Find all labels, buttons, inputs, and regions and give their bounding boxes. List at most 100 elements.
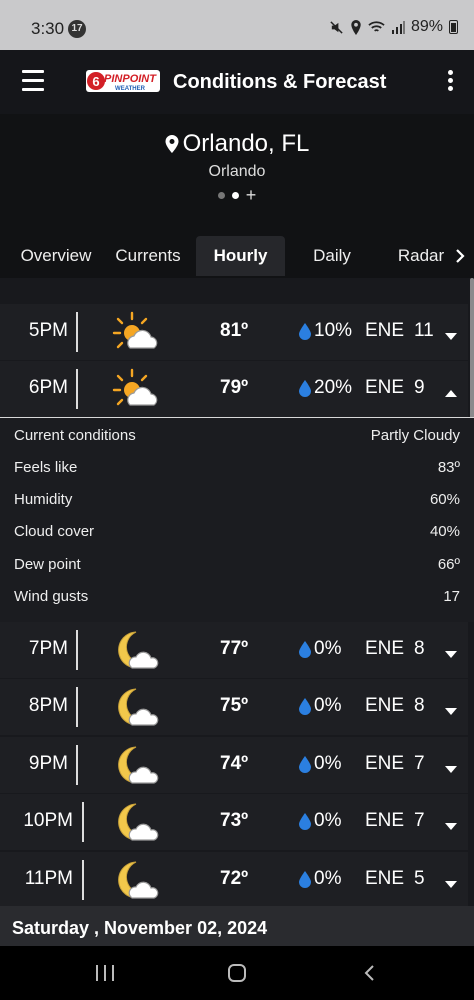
hour-precip-chance: 10% [314,320,353,341]
row-divider [82,802,84,842]
hour-wind-direction: ENE [365,377,405,398]
logo-sub: WEATHER [115,86,146,92]
caret-down-icon[interactable] [444,328,458,340]
hour-temperature: 77º [220,638,249,659]
hourly-row[interactable]: 7PM 77º 0% ENE 8 [0,622,468,678]
tab-bar: Overview Currents Hourly Daily Radar [0,236,474,278]
hour-temperature: 79º [220,377,249,398]
wifi-icon [368,21,385,32]
pinpoint-weather-logo: 6 PINPOINT WEATHER [86,70,160,92]
hourly-row[interactable]: 9PM 74º 0% ENE 7 [0,737,468,793]
hour-wind-direction: ENE [365,695,405,716]
hour-wind-direction: ENE [365,753,405,774]
partly-cloudy-night-icon [112,743,162,789]
hour-precip-chance: 0% [314,753,342,774]
hour-time: 11PM [24,868,73,889]
hour-temperature: 81º [220,320,249,341]
battery-percent: 89% [410,18,443,35]
hour-wind-speed: 11 [414,320,434,341]
mute-icon [330,20,343,34]
partly-cloudy-night-icon [112,858,162,904]
hour-time: 10PM [23,810,73,831]
tab-radar[interactable]: Radar [392,236,450,276]
hour-wind-speed: 8 [414,638,425,659]
caret-down-icon[interactable] [444,876,458,888]
signal-icon [391,21,405,34]
hour-precip-chance: 20% [314,377,353,398]
hour-precip-chance: 0% [314,695,342,716]
hourly-row[interactable]: 10PM 73º 0% ENE 7 [0,794,468,850]
caret-down-icon[interactable] [444,818,458,830]
raindrop-icon [299,813,311,830]
tab-daily[interactable]: Daily [293,236,371,276]
hourly-row[interactable]: 5PM 81º 10% ENE 11 [0,304,468,360]
status-bar: 3:30 17 89% [0,0,474,50]
partly-sunny-icon [112,310,162,356]
row-divider [76,745,78,785]
raindrop-icon [299,641,311,658]
hamburger-icon [22,70,44,73]
raindrop-icon [299,380,311,397]
hour-wind-speed: 8 [414,695,425,716]
chevron-right-icon[interactable] [454,248,466,264]
add-location-button[interactable]: + [246,186,257,204]
caret-down-icon[interactable] [444,703,458,715]
location-pin-icon [165,135,179,153]
menu-button[interactable] [22,70,44,92]
hour-time: 5PM [28,320,68,341]
hour-wind-speed: 7 [414,753,425,774]
hour-time: 7PM [28,638,68,659]
partly-cloudy-night-icon [112,628,162,674]
pager-dot-active[interactable] [231,191,239,199]
recents-button[interactable] [96,965,114,981]
page-title: Conditions & Forecast [173,71,387,93]
home-button[interactable] [228,964,246,982]
tab-overview[interactable]: Overview [8,236,104,276]
caret-up-icon[interactable] [444,385,458,397]
tab-hourly[interactable]: Hourly [196,236,285,276]
hour-precip-chance: 0% [314,810,342,831]
hour-wind-speed: 5 [414,868,425,889]
logo-text: PINPOINT [104,73,157,85]
hour-wind-direction: ENE [365,810,405,831]
pager-dot[interactable] [217,191,225,199]
location-pager: + [0,186,474,204]
system-nav-bar [0,946,474,1000]
hour-wind-direction: ENE [365,868,405,889]
hour-temperature: 74º [220,753,249,774]
hourly-list[interactable]: 5PM 81º 10% ENE 11 6PM 79º 20% ENE 9 7PM 77º 0% ENE 8 8… [0,278,474,906]
hour-wind-direction: ENE [365,320,405,341]
row-divider [82,860,84,900]
tab-currents[interactable]: Currents [106,236,190,276]
more-vert-icon [447,70,453,75]
status-time: 3:30 [31,19,65,38]
hourly-row[interactable]: 8PM 75º 0% ENE 8 [0,679,468,735]
partly-sunny-icon [112,367,162,413]
raindrop-icon [299,698,311,715]
app-bar: 6 PINPOINT WEATHER Conditions & Forecast [0,50,474,114]
hour-wind-direction: ENE [365,638,405,659]
hour-temperature: 75º [220,695,249,716]
caret-down-icon[interactable] [444,646,458,658]
hourly-row[interactable]: 11PM 72º 0% ENE 5 [0,852,468,906]
location-subtitle: Orlando [208,163,266,180]
hour-precip-chance: 0% [314,638,342,659]
hour-time: 8PM [28,695,68,716]
row-divider [76,630,78,670]
logo-number: 6 [92,74,99,89]
caret-down-icon[interactable] [444,761,458,773]
partly-cloudy-night-icon [112,800,162,846]
more-options-button[interactable] [446,70,454,94]
battery-icon [449,20,458,34]
location-name[interactable]: Orlando, FL [0,130,474,158]
location-name-text: Orlando, FL [182,130,310,157]
partly-cloudy-night-icon [112,685,162,731]
hour-details-panel: Current conditions Partly Cloudy Feels li… [0,417,474,622]
row-divider [76,687,78,727]
back-button[interactable] [363,964,375,982]
raindrop-icon [299,323,311,340]
hourly-row[interactable]: 6PM 79º 20% ENE 9 [0,361,468,417]
hour-wind-speed: 7 [414,810,425,831]
hour-time: 9PM [28,753,68,774]
date-section-header: Saturday , November 02, 2024 [0,906,474,946]
